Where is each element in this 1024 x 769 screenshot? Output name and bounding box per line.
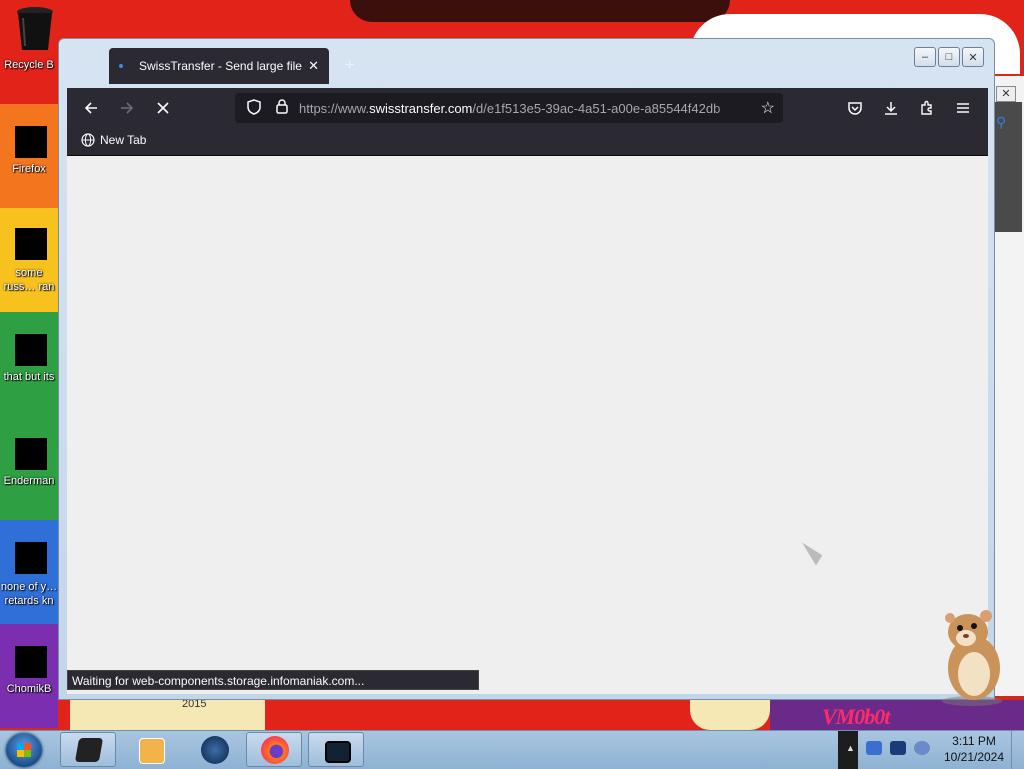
background-search-icon[interactable]: ⚲ [996,114,1006,131]
tray-volume-icon[interactable] [914,741,930,755]
arrow-left-icon [84,102,97,114]
video-file-icon [15,228,47,260]
taskbar-app-firefox[interactable] [246,732,302,767]
arrow-right-icon [121,102,134,114]
hamburger-menu-icon [957,103,969,113]
clock-date: 10/21/2024 [943,750,1005,764]
wallpaper-brand-text: VM0b0t [822,704,890,729]
pocket-icon [848,102,862,115]
wallpaper-arc [350,0,730,22]
program-icon [15,438,47,470]
firefox-icon [15,126,47,158]
taskbar: ▲ 3:11 PM 10/21/2024 [0,730,1024,769]
hamster-mascot-icon [942,610,1002,706]
taskbar-app-window[interactable] [308,732,364,767]
app-menu-button[interactable] [949,94,977,122]
recycle-bin-icon [17,7,53,50]
show-desktop-button[interactable] [1011,731,1024,769]
tab-swisstransfer[interactable]: SwissTransfer - Send large files securel… [109,48,329,84]
media-file-icon [15,542,47,574]
media-player-icon [139,738,165,764]
url-bar[interactable]: https://www.swisstransfer.com/d/e1f513e5… [235,93,783,123]
folder-icon [15,334,47,366]
loading-favicon-icon [119,64,123,68]
desktop-icon-firefox[interactable]: Firefox [0,126,58,176]
window-app-icon [325,741,351,763]
bookmark-label: New Tab [100,133,147,147]
download-icon [885,102,897,115]
app-box-icon [74,738,104,762]
start-button[interactable] [6,733,42,767]
stop-loading-button[interactable] [149,94,177,122]
wallpaper-cream-shape-2 [690,700,770,730]
desktop-icon-recycle-bin[interactable]: Recycle B [0,6,58,72]
extensions-button[interactable] [913,94,941,122]
navigation-toolbar: https://www.swisstransfer.com/d/e1f513e5… [67,88,988,128]
globe-icon [81,133,95,147]
tab-title: SwissTransfer - Send large files securel… [139,59,302,73]
desktop-icon-folder[interactable]: that but its [0,334,58,384]
close-icon [157,102,169,114]
taskbar-clock[interactable]: 3:11 PM 10/21/2024 [938,733,1010,765]
taskbar-app-globe[interactable] [186,732,242,767]
status-bar: Waiting for web-components.storage.infom… [67,670,479,690]
tab-close-icon[interactable]: ✕ [308,58,319,74]
minimize-button[interactable]: – [914,47,936,67]
back-button[interactable] [77,94,105,122]
windows-logo-icon [17,743,31,757]
globe-app-icon [201,736,229,764]
downloads-button[interactable] [877,94,905,122]
forward-button[interactable] [113,94,141,122]
close-button[interactable]: ✕ [962,47,984,67]
maximize-button[interactable]: □ [938,47,960,67]
pocket-button[interactable] [841,94,869,122]
tray-network-icon[interactable] [866,741,882,755]
tray-monitor-icon[interactable] [890,741,906,755]
puzzle-icon [921,100,932,115]
desktop-icon-chomikbox[interactable]: ChomikB [0,646,58,696]
firefox-window: SwissTransfer - Send large files securel… [58,38,995,700]
window-controls: – □ ✕ [914,47,984,67]
desktop-icon-video-2[interactable]: none of y… retards kn [0,542,58,608]
bookmarks-toolbar: New Tab [67,128,988,156]
tray-overflow-icon[interactable]: ▲ [846,743,855,753]
firefox-icon [261,736,289,764]
taskbar-app-explorer[interactable] [60,732,116,767]
clock-time: 3:11 PM [952,734,996,748]
bookmark-star-icon[interactable]: ☆ [761,98,775,118]
tracking-shield-icon[interactable] [243,98,265,118]
background-close-icon[interactable]: ✕ [996,86,1016,102]
taskbar-app-media-player[interactable] [122,732,178,767]
desktop-icon-video-1[interactable]: some russ… ran a ra [0,228,58,294]
hamster-app-icon [15,646,47,678]
mouse-cursor-icon [795,542,823,566]
new-tab-plus-icon[interactable]: + [345,57,354,75]
desktop-icon-enderman[interactable]: Enderman [0,438,58,488]
wallpaper-cream-shape [70,700,265,730]
lock-icon[interactable] [271,99,293,117]
page-content[interactable]: Waiting for web-components.storage.infom… [67,156,988,694]
bookmark-new-tab[interactable]: New Tab [81,133,146,147]
url-text: https://www.swisstransfer.com/d/e1f513e5… [299,100,721,116]
